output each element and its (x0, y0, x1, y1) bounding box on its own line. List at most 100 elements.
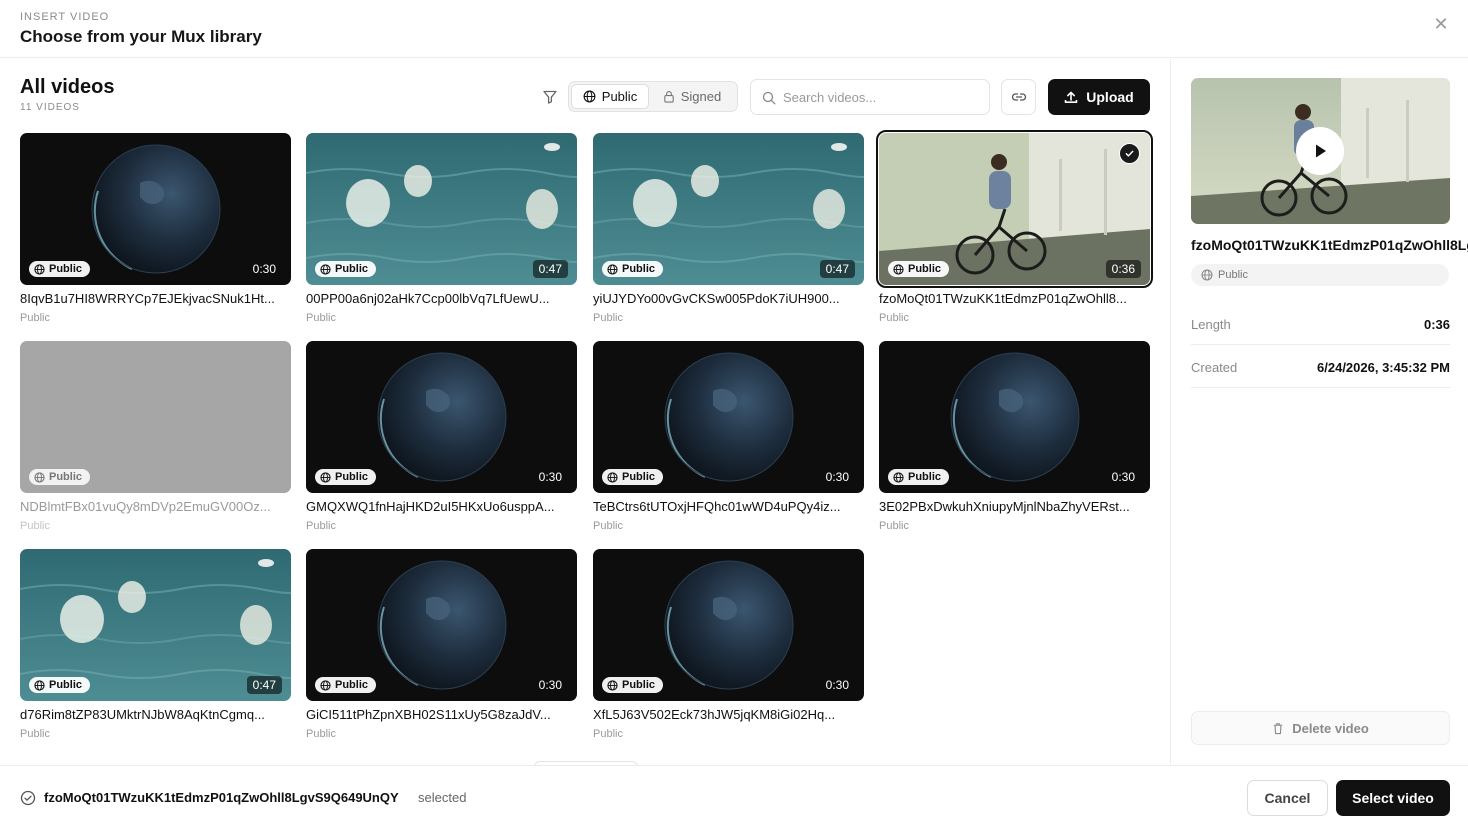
video-card[interactable]: Public 0:30 8IqvB1u7HI8WRRYCp7EJEkjvacSN… (20, 133, 291, 333)
link-button[interactable] (1001, 79, 1036, 115)
cancel-button[interactable]: Cancel (1247, 780, 1328, 816)
video-card[interactable]: Public 0:30 TeBCtrs6tUTOxjHFQhc01wWD4uPQ… (593, 341, 864, 541)
segment-signed[interactable]: Signed (649, 84, 735, 109)
library-panel: All videos 11 VIDEOS Public Signed Searc… (0, 59, 1170, 765)
footer-selected-name: fzoMoQt01TWzuKK1tEdmzP01qZwOhll8LgvS9Q64… (44, 790, 399, 805)
video-card[interactable]: Public 0:30 GiCI511tPhZpnXBH02S11xUy5G8z… (306, 549, 577, 749)
selected-video-name: fzoMoQt01TWzuKK1tEdmzP01qZwOhll8LgvS9Q64… (1191, 237, 1468, 253)
visibility-badge-label: Public (49, 471, 83, 483)
selected-visibility-badge: Public (1191, 264, 1449, 286)
video-name: GiCI511tPhZpnXBH02S11xUy5G8zaJdV... (306, 707, 551, 722)
visibility-badge: Public (315, 261, 377, 277)
video-visibility: Public (306, 520, 336, 532)
duration-label: 0:47 (819, 260, 855, 278)
visibility-badge-label: Public (622, 679, 656, 691)
link-icon (1011, 93, 1026, 101)
close-icon[interactable]: ✕ (1430, 13, 1452, 35)
duration-label: 0:47 (532, 260, 568, 278)
visibility-badge: Public (888, 261, 950, 277)
video-name: d76Rim8tZP83UMktrNJbW8AqKtnCgmq... (20, 707, 265, 722)
video-card[interactable]: Public 0:30 3E02PBxDwkuhXniupyMjnlNbaZhy… (879, 341, 1150, 541)
video-visibility: Public (20, 520, 50, 532)
globe-icon (34, 679, 45, 691)
segment-signed-label: Signed (680, 89, 722, 104)
visibility-badge: Public (602, 261, 664, 277)
visibility-badge: Public (602, 469, 664, 485)
duration-label: 0:30 (538, 470, 562, 484)
meta-value: 6/24/2026, 3:45:32 PM (1317, 360, 1450, 375)
video-card[interactable]: Public 0:30 GMQXWQ1fnHajHKD2uI5HKxUo6usp… (306, 341, 577, 541)
selected-check-icon (1119, 143, 1140, 164)
meta-row-length: Length 0:36 (1191, 303, 1450, 345)
video-visibility: Public (593, 520, 623, 532)
footer-selected-suffix: selected (418, 790, 467, 805)
lock-icon (664, 91, 674, 103)
select-video-button[interactable]: Select video (1336, 780, 1450, 816)
video-preview[interactable] (1191, 78, 1450, 224)
video-visibility: Public (879, 520, 909, 532)
duration-label: 0:30 (825, 470, 849, 484)
video-visibility: Public (20, 728, 50, 740)
search-box (750, 79, 990, 115)
trash-icon (1274, 722, 1283, 734)
video-name: yiUJYDYo00vGvCKSw005PdoK7iUH900... (593, 291, 840, 306)
modal-header: INSERT VIDEO Choose from your Mux librar… (0, 0, 1468, 58)
visibility-badge-label: Public (335, 471, 369, 483)
video-card[interactable]: Public 0:47 00PP00a6nj02aHk7Ccp00lbVq7Lf… (306, 133, 577, 333)
duration-label: 0:30 (1111, 470, 1135, 484)
video-count: 11 VIDEOS (20, 102, 80, 113)
play-icon (1316, 144, 1326, 158)
visibility-badge-label: Public (622, 471, 656, 483)
duration-label: 0:30 (538, 678, 562, 692)
play-button[interactable] (1296, 127, 1344, 175)
video-card[interactable]: Public 0:30 XfL5J63V502Eck73hJW5jqKM8iGi… (593, 549, 864, 749)
visibility-badge: Public (315, 469, 377, 485)
video-card[interactable]: Public NDBlmtFBx01vuQy8mDVp2EmuGV00Oz...… (20, 341, 291, 541)
library-title: All videos (20, 76, 115, 98)
delete-video-button[interactable]: Delete video (1191, 711, 1450, 745)
video-name: 00PP00a6nj02aHk7Ccp00lbVq7LfUewU... (306, 291, 550, 306)
video-visibility: Public (593, 312, 623, 324)
visibility-badge: Public (29, 677, 91, 693)
details-panel: fzoMoQt01TWzuKK1tEdmzP01qZwOhll8LgvS9Q64… (1170, 59, 1468, 765)
globe-icon (607, 263, 618, 275)
globe-icon (1201, 269, 1213, 281)
duration-label: 0:47 (246, 676, 282, 694)
video-visibility: Public (879, 312, 909, 324)
duration-label: 0:30 (825, 678, 849, 692)
upload-button[interactable]: Upload (1048, 79, 1150, 115)
visibility-badge-label: Public (622, 263, 656, 275)
modal-footer: fzoMoQt01TWzuKK1tEdmzP01qZwOhll8LgvS9Q64… (0, 765, 1468, 826)
video-visibility: Public (593, 728, 623, 740)
video-name: NDBlmtFBx01vuQy8mDVp2EmuGV00Oz... (20, 499, 271, 514)
globe-icon (607, 679, 618, 691)
video-card[interactable]: Public 0:47 d76Rim8tZP83UMktrNJbW8AqKtnC… (20, 549, 291, 749)
duration-label: 0:30 (252, 262, 276, 276)
video-name: 8IqvB1u7HI8WRRYCp7EJEkjvacSNuk1Ht... (20, 291, 275, 306)
visibility-badge: Public (29, 469, 91, 485)
filter-icon[interactable] (541, 88, 559, 106)
video-name: GMQXWQ1fnHajHKD2uI5HKxUo6usppA... (306, 499, 555, 514)
globe-icon (320, 471, 331, 483)
globe-icon (893, 263, 904, 275)
modal-eyebrow: INSERT VIDEO (20, 11, 110, 23)
globe-icon (34, 471, 45, 483)
segment-public[interactable]: Public (571, 84, 649, 109)
video-name: TeBCtrs6tUTOxjHFQhc01wWD4uPQy4iz... (593, 499, 841, 514)
meta-row-created: Created 6/24/2026, 3:45:32 PM (1191, 346, 1450, 388)
video-card[interactable]: Public 0:36 fzoMoQt01TWzuKK1tEdmzP01qZwO… (876, 130, 1153, 333)
globe-icon (607, 471, 618, 483)
search-input[interactable] (783, 80, 983, 114)
visibility-badge-label: Public (335, 679, 369, 691)
video-name: XfL5J63V502Eck73hJW5jqKM8iGi02Hq... (593, 707, 836, 722)
visibility-badge: Public (315, 677, 377, 693)
visibility-badge: Public (888, 469, 950, 485)
visibility-badge-label: Public (335, 263, 369, 275)
video-card[interactable]: Public 0:47 yiUJYDYo00vGvCKSw005PdoK7iUH… (593, 133, 864, 333)
delete-label: Delete video (1292, 720, 1369, 736)
visibility-badge-label: Public (49, 263, 83, 275)
globe-icon (583, 90, 596, 103)
globe-icon (320, 263, 331, 275)
check-circle-icon (20, 790, 36, 806)
globe-icon (893, 471, 904, 483)
